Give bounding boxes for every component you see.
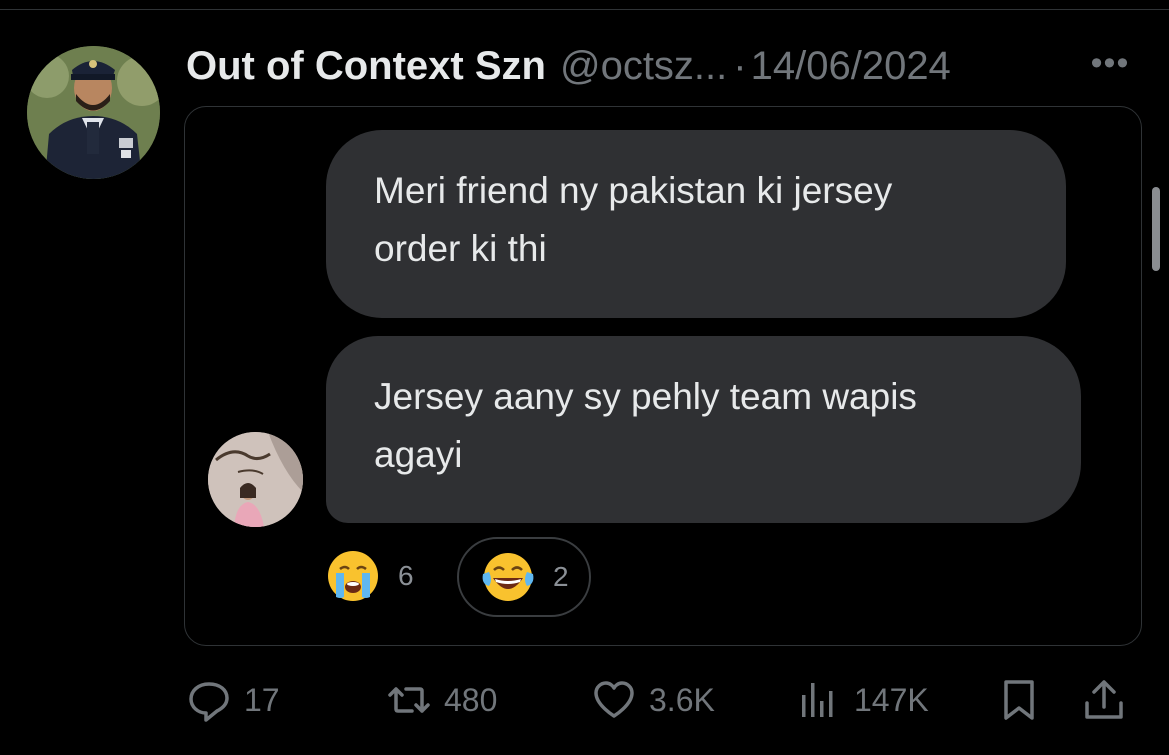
author-avatar-image [27, 46, 160, 179]
tweet-actions: 17 480 3.6K 147K [186, 672, 1146, 728]
chat-bubble-2-line1: Jersey aany sy pehly team wapis [374, 376, 917, 417]
like-count: 3.6K [649, 681, 715, 718]
views-button[interactable]: 147K [796, 672, 929, 728]
sender-avatar-image [208, 432, 303, 527]
top-divider [0, 9, 1169, 10]
reply-count: 17 [244, 681, 280, 718]
repost-icon [388, 687, 430, 713]
scrollbar-thumb[interactable] [1152, 187, 1160, 271]
reaction-crying-count: 6 [398, 560, 414, 591]
reaction-crying[interactable]: 6 [326, 548, 414, 604]
chat-bubble-2: Jersey aany sy pehly team wapis agayi [326, 336, 1081, 523]
bookmark-button[interactable] [996, 672, 1042, 728]
tweet-date[interactable]: 14/06/2024 [751, 44, 951, 89]
tweet-header: Out of Context Szn @octsz... · 14/06/202… [186, 44, 951, 92]
separator-dot: · [733, 44, 747, 88]
share-icon [1085, 680, 1123, 719]
chat-bubble-1-line1: Meri friend ny pakistan ki jersey [374, 170, 893, 211]
reaction-laughing-count: 2 [553, 561, 569, 592]
author-display-name[interactable]: Out of Context Szn [186, 44, 546, 89]
share-button[interactable] [1081, 672, 1127, 728]
bookmark-icon [1004, 680, 1034, 720]
chat-bubble-2-line2: agayi [374, 434, 463, 475]
crying-face-icon [328, 551, 378, 601]
author-handle[interactable]: @octsz... [560, 44, 727, 89]
reply-icon [189, 682, 229, 722]
more-options-icon[interactable]: ••• [1080, 46, 1140, 80]
chat-bubble-1-line2: order ki thi [374, 228, 547, 269]
chat-bubble-1: Meri friend ny pakistan ki jersey order … [326, 130, 1066, 318]
views-chart-icon [802, 683, 833, 717]
heart-icon [594, 681, 634, 718]
reply-button[interactable]: 17 [186, 672, 280, 728]
tears-of-joy-icon [482, 553, 534, 601]
like-button[interactable]: 3.6K [591, 672, 715, 728]
reaction-laughing[interactable]: 2 [457, 537, 591, 617]
views-count: 147K [854, 681, 929, 718]
author-avatar[interactable] [27, 46, 160, 179]
sender-avatar [208, 432, 303, 527]
repost-button[interactable]: 480 [386, 672, 497, 728]
repost-count: 480 [444, 681, 498, 718]
